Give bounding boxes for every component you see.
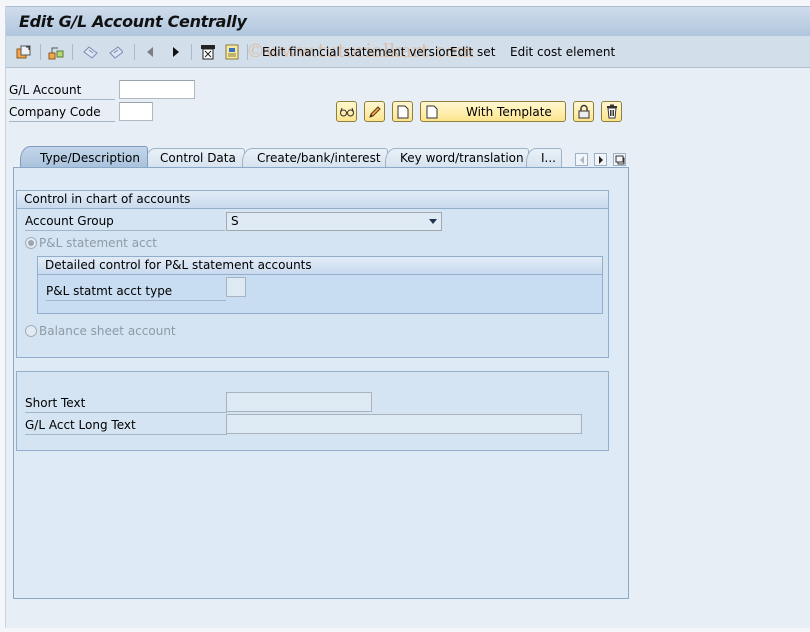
application-toolbar: ©www.tutorialkart.com Edit financial sta… [6, 36, 810, 68]
edit-financial-statement-version-link[interactable]: Edit financial statement version [262, 45, 453, 59]
undo-icon[interactable] [82, 44, 98, 60]
with-template-button[interactable]: With Template [420, 101, 566, 122]
pencil-icon [368, 105, 381, 118]
toolbar-separator [40, 44, 41, 60]
display-button[interactable] [336, 101, 357, 122]
gl-account-row: G/L Account [9, 80, 199, 100]
pl-detail-group-title: Detailed control for P&L statement accou… [38, 257, 602, 275]
tab-panel-type-description: Control in chart of accounts Account Gro… [13, 167, 629, 599]
change-button[interactable] [364, 101, 385, 122]
company-code-input[interactable] [119, 102, 153, 121]
delete-button[interactable] [601, 101, 622, 122]
tab-list-button[interactable] [613, 153, 626, 166]
other-object-icon[interactable] [16, 44, 32, 60]
toolbar-separator [134, 44, 135, 60]
radio-unselected-icon [25, 325, 37, 337]
company-code-row: Company Code [9, 102, 159, 122]
text-group: Short Text G/L Acct Long Text [16, 371, 609, 451]
chevron-right-icon [598, 155, 603, 164]
display-glasses-icon [339, 107, 354, 116]
gl-account-label: G/L Account [9, 80, 115, 100]
long-text-input[interactable] [226, 414, 582, 434]
tab-list-icon [615, 155, 624, 164]
radio-selected-icon [25, 237, 37, 249]
toolbar-separator [72, 44, 73, 60]
new-document-icon [397, 105, 408, 118]
lock-button[interactable] [573, 101, 594, 122]
toolbar-separator [247, 44, 248, 60]
pl-acct-type-input[interactable] [226, 277, 246, 297]
control-group-title: Control in chart of accounts [17, 191, 608, 209]
pl-statement-radio-label: P&L statement acct [39, 236, 157, 250]
tab-scroll-left-button[interactable] [575, 153, 588, 166]
document-icon[interactable] [224, 44, 240, 60]
balance-sheet-radio[interactable]: Balance sheet account [25, 322, 176, 340]
gl-account-input[interactable] [119, 80, 195, 99]
previous-icon[interactable] [142, 44, 158, 60]
redo-icon[interactable] [107, 44, 123, 60]
lock-icon [578, 104, 589, 119]
next-icon[interactable] [168, 44, 184, 60]
title-bar: Edit G/L Account Centrally [6, 6, 810, 36]
chevron-left-icon [579, 155, 584, 164]
toolbar-separator [191, 44, 192, 60]
tab-key-word-translation[interactable]: Key word/translation [385, 148, 529, 168]
tab-control-data[interactable]: Control Data [145, 148, 245, 168]
new-document-icon [426, 105, 438, 118]
tab-create-bank-interest[interactable]: Create/bank/interest [242, 148, 388, 168]
hierarchy-icon[interactable] [48, 44, 64, 60]
control-chart-of-accounts-group: Control in chart of accounts Account Gro… [16, 190, 609, 358]
account-group-value: S [231, 214, 239, 228]
tab-type-description[interactable]: Type/Description [20, 146, 148, 168]
pl-statement-radio[interactable]: P&L statement acct [25, 234, 157, 252]
tab-strip: Control Data Create/bank/interest Key wo… [6, 146, 646, 168]
edit-set-link[interactable]: Edit set [450, 45, 495, 59]
dropdown-arrow-icon [429, 219, 437, 224]
financial-statement-icon[interactable] [200, 44, 216, 60]
with-template-label: With Template [466, 104, 552, 119]
account-group-select[interactable]: S [226, 212, 442, 231]
create-button[interactable] [392, 101, 413, 122]
account-group-label: Account Group [25, 212, 225, 231]
pl-acct-type-label: P&L statmt acct type [46, 282, 226, 301]
tab-more[interactable]: I... [526, 148, 562, 168]
trash-icon [606, 104, 617, 119]
balance-sheet-radio-label: Balance sheet account [39, 324, 176, 338]
long-text-label: G/L Acct Long Text [25, 416, 227, 435]
sap-window: Edit G/L Account Centrally ©www.tutorial… [5, 6, 810, 628]
company-code-label: Company Code [9, 102, 115, 122]
short-text-label: Short Text [25, 394, 227, 413]
window-title: Edit G/L Account Centrally [19, 12, 247, 31]
tab-scroll-right-button[interactable] [594, 153, 607, 166]
short-text-input[interactable] [226, 392, 372, 412]
pl-detail-group: Detailed control for P&L statement accou… [37, 256, 603, 314]
edit-cost-element-link[interactable]: Edit cost element [510, 45, 615, 59]
